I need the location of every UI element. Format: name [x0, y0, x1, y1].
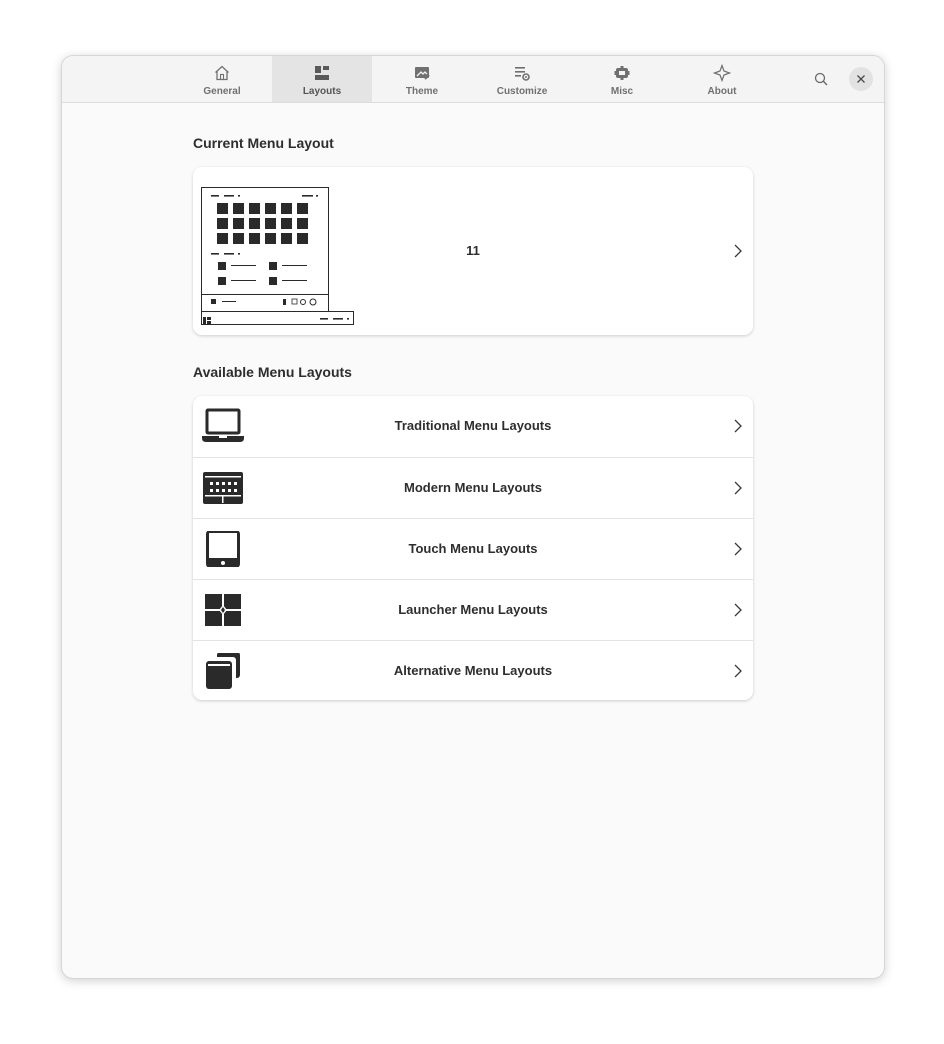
close-button[interactable] [849, 67, 873, 91]
list-item-label: Traditional Menu Layouts [394, 418, 552, 433]
current-layout-heading: Current Menu Layout [193, 135, 334, 151]
tab-label: Customize [496, 86, 548, 97]
tab-misc[interactable]: Misc [572, 56, 672, 102]
chevron-right-icon [734, 481, 742, 495]
current-layout-name: 11 [466, 243, 480, 258]
tab-about[interactable]: About [672, 56, 772, 102]
list-item-label: Touch Menu Layouts [408, 541, 538, 556]
search-button[interactable] [810, 68, 832, 90]
tab-label: About [707, 86, 737, 97]
list-item-alternative[interactable]: Alternative Menu Layouts [193, 640, 753, 702]
header-bar: General Layouts Theme Customize Misc Abo… [62, 56, 884, 103]
close-icon [857, 75, 865, 83]
tab-label: General [203, 86, 241, 97]
tab-general[interactable]: General [172, 56, 272, 102]
search-icon [814, 72, 828, 86]
chevron-right-icon [734, 244, 742, 258]
chevron-right-icon [734, 419, 742, 433]
tab-customize[interactable]: Customize [472, 56, 572, 102]
tab-label: Theme [405, 86, 439, 97]
list-item-touch[interactable]: Touch Menu Layouts [193, 518, 753, 580]
tab-label: Misc [610, 86, 634, 97]
chevron-right-icon [734, 603, 742, 617]
tab-layouts[interactable]: Layouts [272, 56, 372, 102]
list-item-modern[interactable]: Modern Menu Layouts [193, 457, 753, 519]
about-icon [713, 64, 731, 82]
available-layouts-list: Traditional Menu Layouts Modern Menu Lay… [193, 396, 753, 700]
list-item-label: Alternative Menu Layouts [393, 663, 553, 678]
chevron-right-icon [734, 542, 742, 556]
home-icon [215, 65, 229, 81]
tab-theme[interactable]: Theme [372, 56, 472, 102]
list-item-label: Launcher Menu Layouts [398, 602, 548, 617]
layouts-icon [315, 66, 329, 80]
current-layout-card[interactable]: 11 [193, 167, 753, 335]
theme-icon [415, 67, 430, 80]
available-layouts-heading: Available Menu Layouts [193, 364, 352, 380]
tab-label: Layouts [302, 86, 342, 97]
layout-preview-thumbnail [201, 187, 354, 325]
list-item-launcher[interactable]: Launcher Menu Layouts [193, 579, 753, 641]
settings-window: General Layouts Theme Customize Misc Abo… [61, 55, 885, 979]
customize-icon [515, 67, 530, 81]
misc-icon [614, 66, 630, 80]
list-item-traditional[interactable]: Traditional Menu Layouts [193, 396, 753, 457]
list-item-label: Modern Menu Layouts [404, 480, 542, 495]
chevron-right-icon [734, 664, 742, 678]
